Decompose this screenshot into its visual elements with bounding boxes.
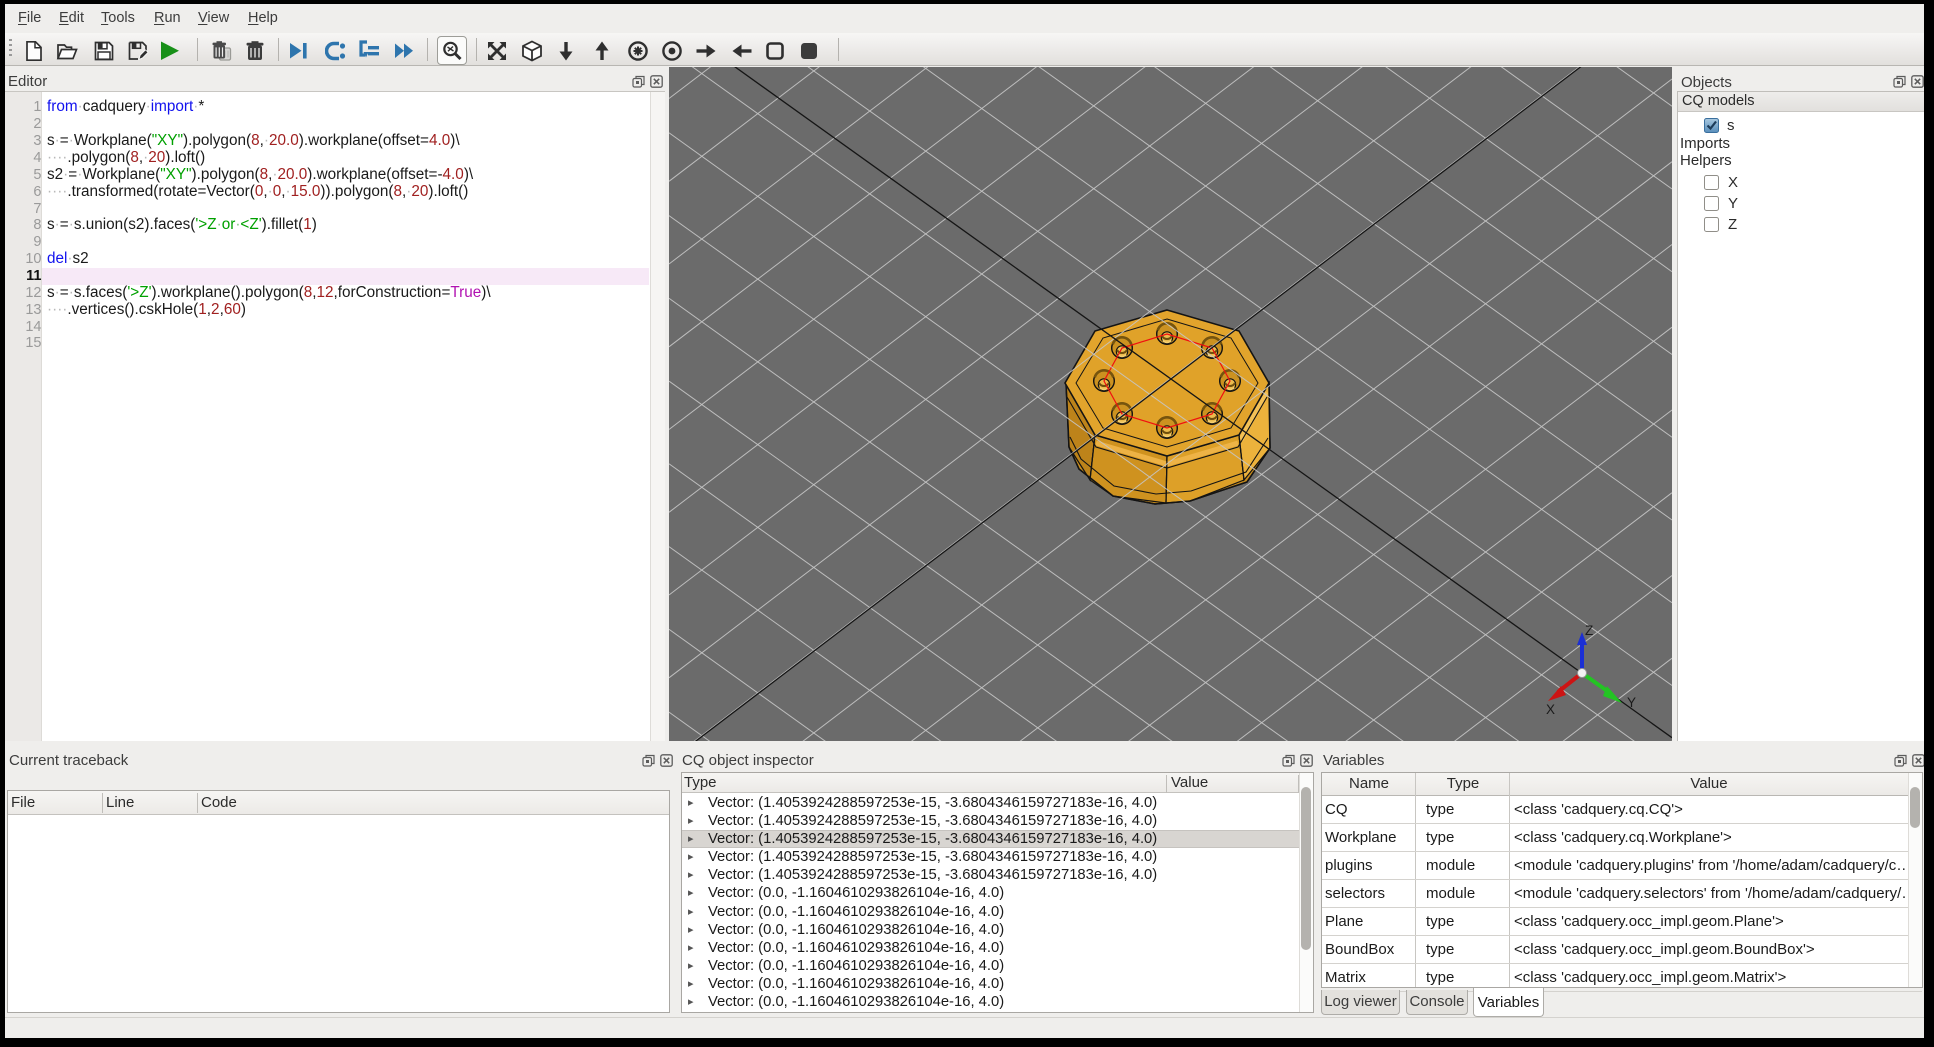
- svg-text:X: X: [1546, 702, 1555, 717]
- svg-text:Z: Z: [1585, 623, 1593, 638]
- svg-text:Y: Y: [1627, 695, 1636, 710]
